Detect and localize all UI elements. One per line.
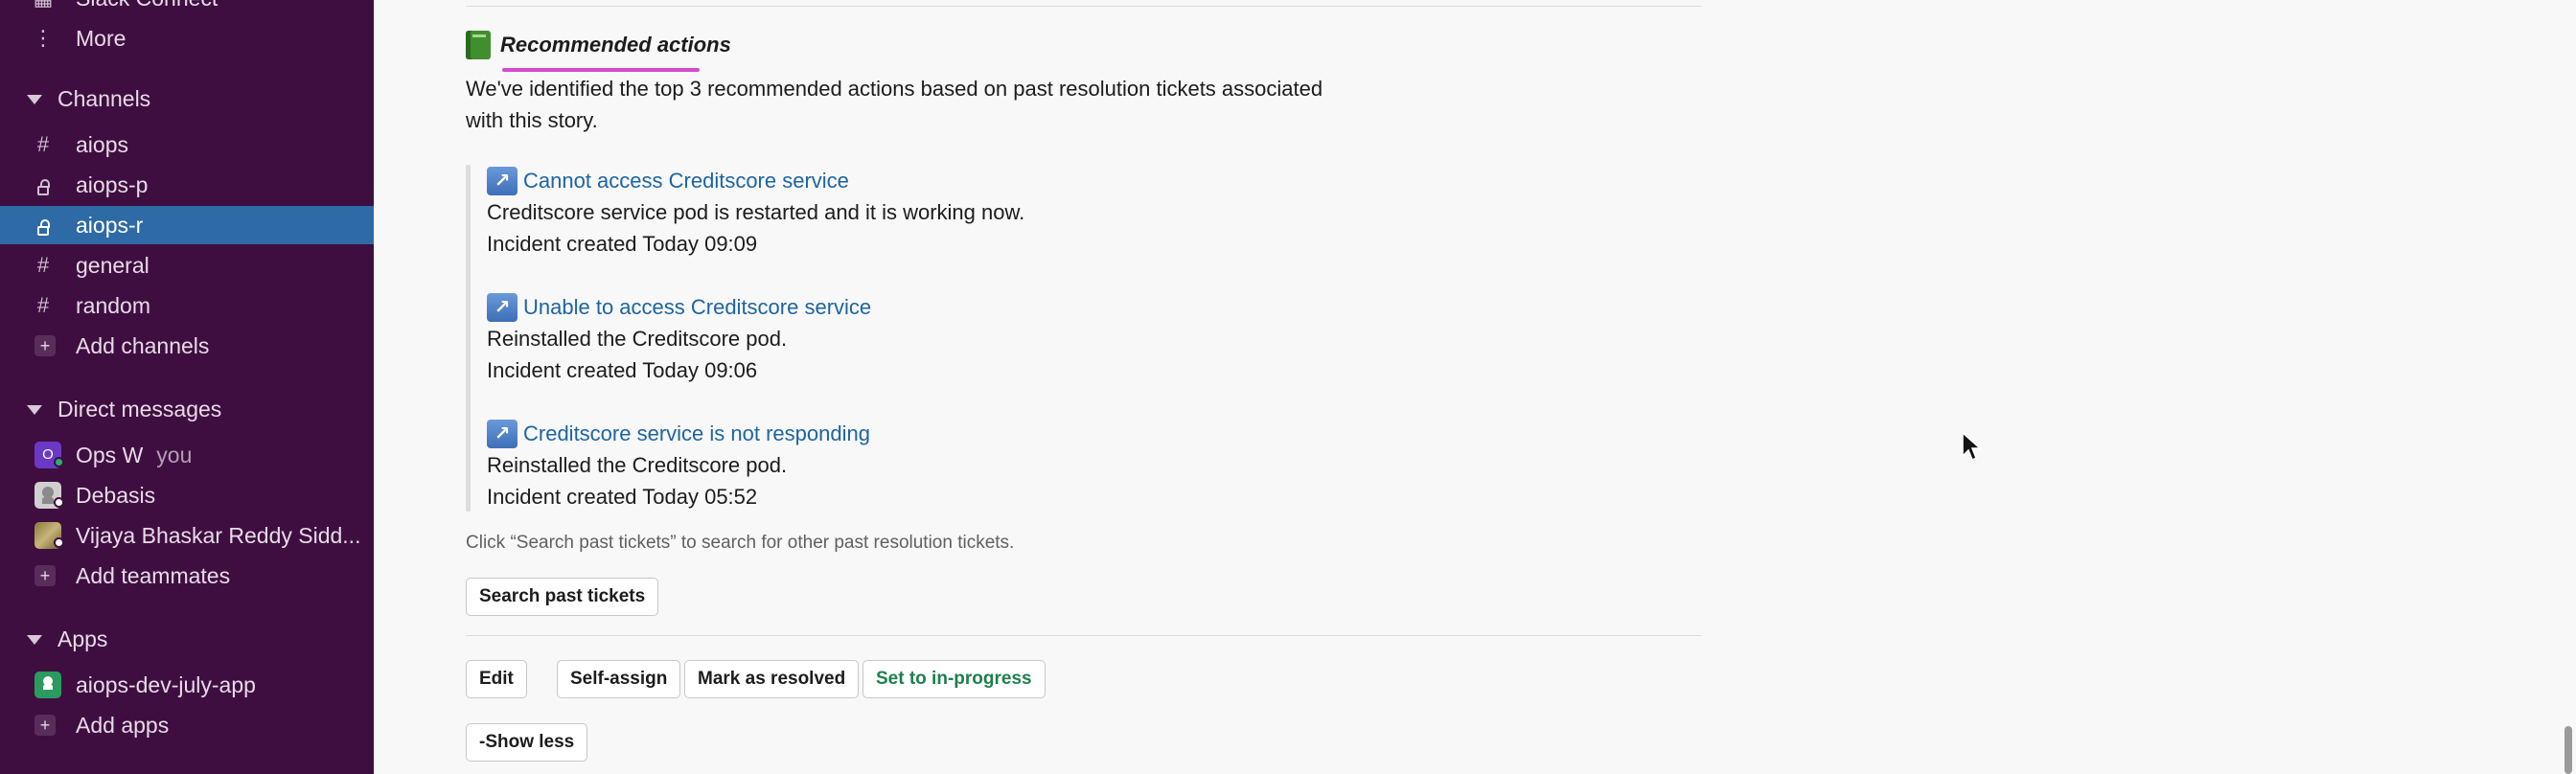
mark-as-resolved-button[interactable]: Mark as resolved (684, 660, 860, 698)
presence-active-icon (54, 457, 64, 467)
apps-section-header[interactable]: Apps (0, 620, 374, 658)
sidebar: ▦ Slack Connect ⋮ More Channels # aiops … (0, 0, 374, 774)
channels-section-header[interactable]: Channels (0, 80, 374, 118)
heading-underline (502, 68, 700, 72)
sidebar-item-general[interactable]: # general (0, 246, 374, 285)
sidebar-item-more[interactable]: ⋮ More (0, 19, 374, 57)
self-assign-button[interactable]: Self-assign (557, 660, 681, 698)
dm-name: Ops W you (76, 443, 192, 468)
add-apps-button[interactable]: + Add apps (0, 706, 374, 744)
section-label: Direct messages (58, 396, 222, 421)
ticket-resolution: Creditscore service pod is restarted and… (487, 200, 1025, 224)
ticket-resolution: Reinstalled the Creditscore pod. (487, 327, 788, 351)
add-apps-label: Add apps (76, 712, 170, 738)
search-hint-text: Click “Search past tickets” to search fo… (466, 533, 1015, 553)
add-teammates-button[interactable]: + Add teammates (0, 557, 374, 595)
arrow-up-right-icon: ↗ (487, 292, 518, 322)
add-channels-label: Add channels (76, 332, 210, 358)
dm-name: Debasis (76, 482, 156, 508)
ticket-title-link[interactable]: Cannot access Creditscore service (523, 165, 849, 196)
channel-name: aiops-r (76, 212, 144, 238)
plus-icon: + (34, 335, 56, 356)
section-label: Channels (58, 85, 151, 111)
caret-down-icon (27, 635, 42, 645)
show-less-button[interactable]: -Show less (466, 723, 588, 762)
channel-name: random (76, 292, 150, 318)
plus-icon: + (34, 565, 56, 586)
presence-away-icon (54, 497, 64, 508)
you-label: you (156, 442, 193, 467)
search-past-tickets-button[interactable]: Search past tickets (466, 578, 659, 616)
hash-icon: # (36, 293, 50, 317)
sidebar-item-aiops[interactable]: # aiops (0, 125, 374, 164)
sidebar-item-label: Slack Connect (76, 0, 218, 11)
heading-text: Recommended actions (500, 33, 731, 57)
dm-section-header[interactable]: Direct messages (0, 390, 374, 428)
dm-name: Vijaya Bhaskar Reddy Sidd... (76, 522, 361, 548)
building-icon: ▦ (33, 0, 54, 11)
caret-down-icon (27, 95, 42, 104)
dm-name-text: Ops W (76, 442, 144, 467)
channel-name: aiops-p (76, 171, 149, 197)
sidebar-item-aiops-r[interactable]: aiops-r (0, 206, 374, 244)
app-name: aiops-dev-july-app (76, 672, 256, 697)
ticket-2: ↗ Unable to access Creditscore service R… (487, 291, 871, 386)
scrollbar-thumb[interactable] (2564, 726, 2572, 774)
caret-down-icon (27, 405, 42, 415)
ticket-title-row: ↗ Cannot access Creditscore service (487, 165, 1024, 196)
ticket-created: Incident created Today 09:06 (487, 358, 758, 382)
plus-icon: + (34, 715, 56, 736)
ticket-created: Incident created Today 09:09 (487, 232, 758, 256)
ticket-title-link[interactable]: Unable to access Creditscore service (523, 291, 871, 323)
section-label: Apps (58, 626, 108, 651)
ticket-3: ↗ Creditscore service is not responding … (487, 418, 870, 512)
ticket-title-link[interactable]: Creditscore service is not responding (523, 418, 870, 449)
sidebar-dm-vijaya[interactable]: Vijaya Bhaskar Reddy Sidd... (0, 516, 374, 555)
channel-name: general (76, 252, 150, 278)
quote-bar (466, 165, 471, 512)
ticket-1: ↗ Cannot access Creditscore service Cred… (487, 165, 1024, 260)
app-avatar (34, 672, 61, 698)
set-in-progress-button[interactable]: Set to in-progress (862, 660, 1046, 698)
green-book-icon (466, 31, 491, 59)
lock-icon (33, 172, 54, 197)
ticket-resolution: Reinstalled the Creditscore pod. (487, 453, 788, 477)
channel-name: aiops (76, 131, 128, 157)
presence-away-icon (54, 537, 64, 548)
sidebar-dm-debasis[interactable]: Debasis (0, 476, 374, 514)
ticket-created: Incident created Today 05:52 (487, 485, 758, 509)
mouse-cursor-icon (1962, 431, 1982, 462)
add-teammates-label: Add teammates (76, 562, 231, 588)
intro-text: We've identified the top 3 recommended a… (466, 77, 1323, 132)
lock-icon (33, 213, 54, 238)
hash-icon: # (36, 132, 50, 156)
sidebar-item-label: More (76, 25, 126, 51)
edit-button[interactable]: Edit (466, 660, 527, 698)
sidebar-app-aiops-dev-july-app[interactable]: aiops-dev-july-app (0, 666, 374, 704)
sidebar-item-aiops-p[interactable]: aiops-p (0, 166, 374, 204)
sidebar-dm-ops-w[interactable]: O Ops Wyou (0, 436, 374, 474)
add-channels-button[interactable]: + Add channels (0, 327, 374, 365)
recommended-actions-heading: Recommended actions (466, 31, 731, 59)
ticket-title-row: ↗ Unable to access Creditscore service (487, 291, 871, 323)
ticket-title-row: ↗ Creditscore service is not responding (487, 418, 870, 449)
arrow-up-right-icon: ↗ (487, 166, 518, 195)
more-vertical-icon: ⋮ (33, 26, 54, 50)
divider (466, 635, 1702, 636)
hash-icon: # (36, 253, 50, 277)
arrow-up-right-icon: ↗ (487, 419, 518, 448)
message-pane: Recommended actions We've identified the… (374, 0, 2576, 774)
sidebar-item-slack-connect[interactable]: ▦ Slack Connect (0, 0, 374, 17)
divider (466, 6, 1702, 7)
sidebar-item-random[interactable]: # random (0, 286, 374, 325)
